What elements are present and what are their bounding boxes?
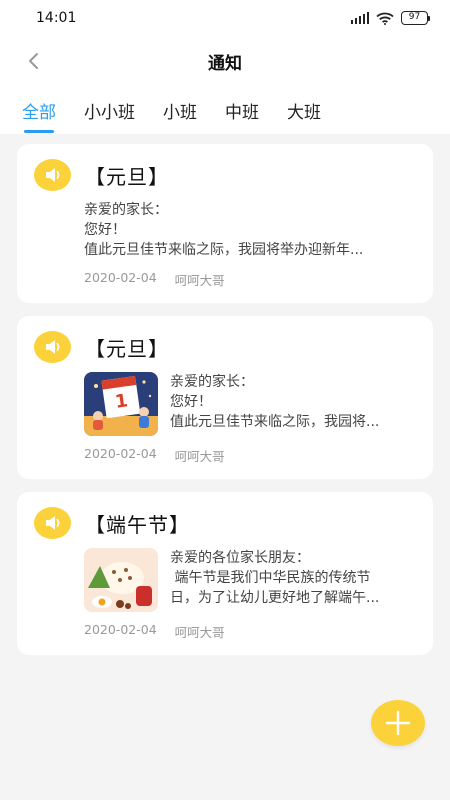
notice-date: 2020-02-04 (84, 446, 157, 461)
notice-excerpt: 亲爱的各位家长朋友： 端午节是我们中华民族的传统节 日，为了让幼儿更好地了解端午… (170, 550, 380, 606)
add-notice-button[interactable] (371, 700, 425, 746)
speaker-icon (34, 159, 71, 191)
wifi-icon (376, 12, 394, 25)
notice-list: 【元旦】 亲爱的家长： 您好！ 值此元旦佳节来临之际，我园将举办迎新年... 2… (0, 134, 450, 655)
status-time: 14:01 (36, 10, 77, 26)
notice-title: 【端午节】 (85, 512, 190, 537)
plus-icon (385, 710, 411, 736)
notice-excerpt: 亲爱的家长： 您好！ 值此元旦佳节来临之际，我园将举办迎新年... (84, 202, 364, 258)
notice-card[interactable]: 【元旦】 亲爱的家长： 您好！ 值此元旦佳节来临之际，我园将举办迎新年... 2… (17, 144, 433, 303)
notice-author: 呵呵大哥 (174, 449, 225, 464)
tab-zhongban[interactable]: 中班 (225, 86, 259, 134)
tab-daban[interactable]: 大班 (287, 86, 321, 134)
tab-all[interactable]: 全部 (22, 86, 56, 134)
battery-level: 97 (401, 11, 428, 25)
speaker-icon (34, 507, 71, 539)
tab-xiaoxiaoban[interactable]: 小小班 (84, 86, 135, 134)
page-title: 通知 (208, 53, 242, 74)
nav-bar: 通知 (0, 36, 450, 86)
notice-date: 2020-02-04 (84, 270, 157, 285)
back-button[interactable] (20, 48, 46, 74)
notice-title: 【元旦】 (85, 164, 169, 189)
notice-title: 【元旦】 (85, 336, 169, 361)
speaker-icon (34, 331, 71, 363)
notice-excerpt: 亲爱的家长： 您好！ 值此元旦佳节来临之际，我园将... (170, 374, 380, 430)
notice-date: 2020-02-04 (84, 622, 157, 637)
battery-icon: 97 (401, 11, 430, 25)
dragon-boat-food-thumbnail (84, 548, 158, 612)
chevron-left-icon (29, 53, 38, 69)
class-tabs: 全部 小小班 小班 中班 大班 (0, 86, 450, 134)
status-bar: 14:01 97 (0, 0, 450, 36)
notice-card[interactable]: 【元旦】 1 亲爱的家长： 您好！ 值此元旦佳节来临之际，我园将... 2020… (17, 316, 433, 479)
notice-card[interactable]: 【端午节】 亲爱的各位家长朋友： 端午节是我们中华民族的传统节 日，为了让幼儿更… (17, 492, 433, 655)
new-year-calendar-thumbnail: 1 (84, 372, 158, 436)
status-icons: 97 (350, 11, 430, 25)
notice-author: 呵呵大哥 (174, 625, 225, 640)
notice-author: 呵呵大哥 (174, 273, 225, 288)
signal-icon (350, 12, 369, 24)
tab-xiaoban[interactable]: 小班 (163, 86, 197, 134)
